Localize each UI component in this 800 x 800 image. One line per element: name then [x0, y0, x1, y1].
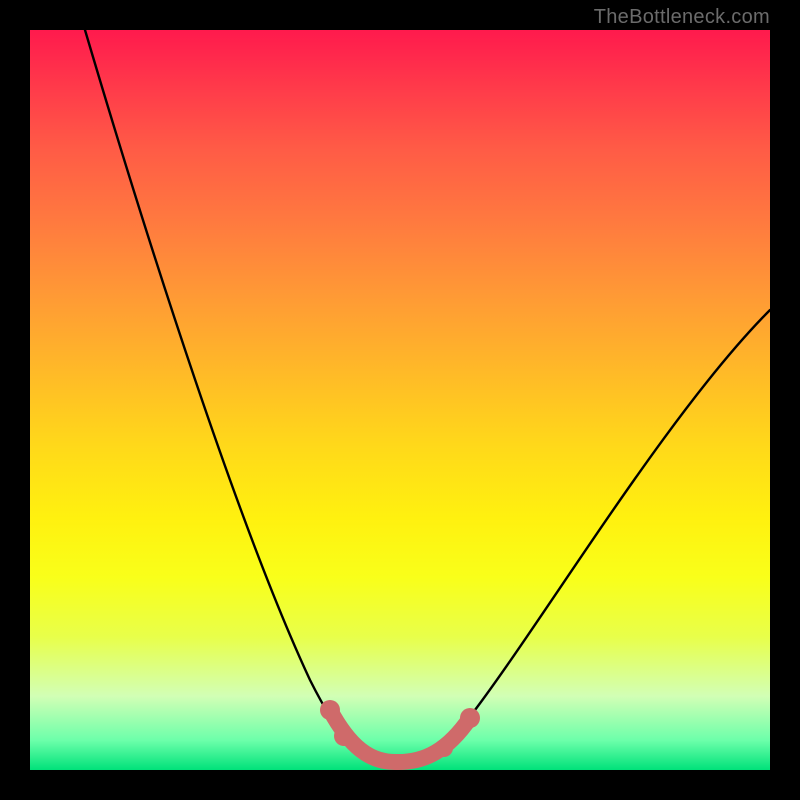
chart-frame: TheBottleneck.com — [0, 0, 800, 800]
bottleneck-curve — [85, 30, 770, 762]
watermark-text: TheBottleneck.com — [594, 6, 770, 29]
curve-layer — [30, 30, 770, 770]
highlight-dot — [435, 739, 453, 757]
highlight-dot — [320, 700, 340, 720]
highlight-dot — [460, 708, 480, 728]
highlight-dot — [334, 726, 354, 746]
